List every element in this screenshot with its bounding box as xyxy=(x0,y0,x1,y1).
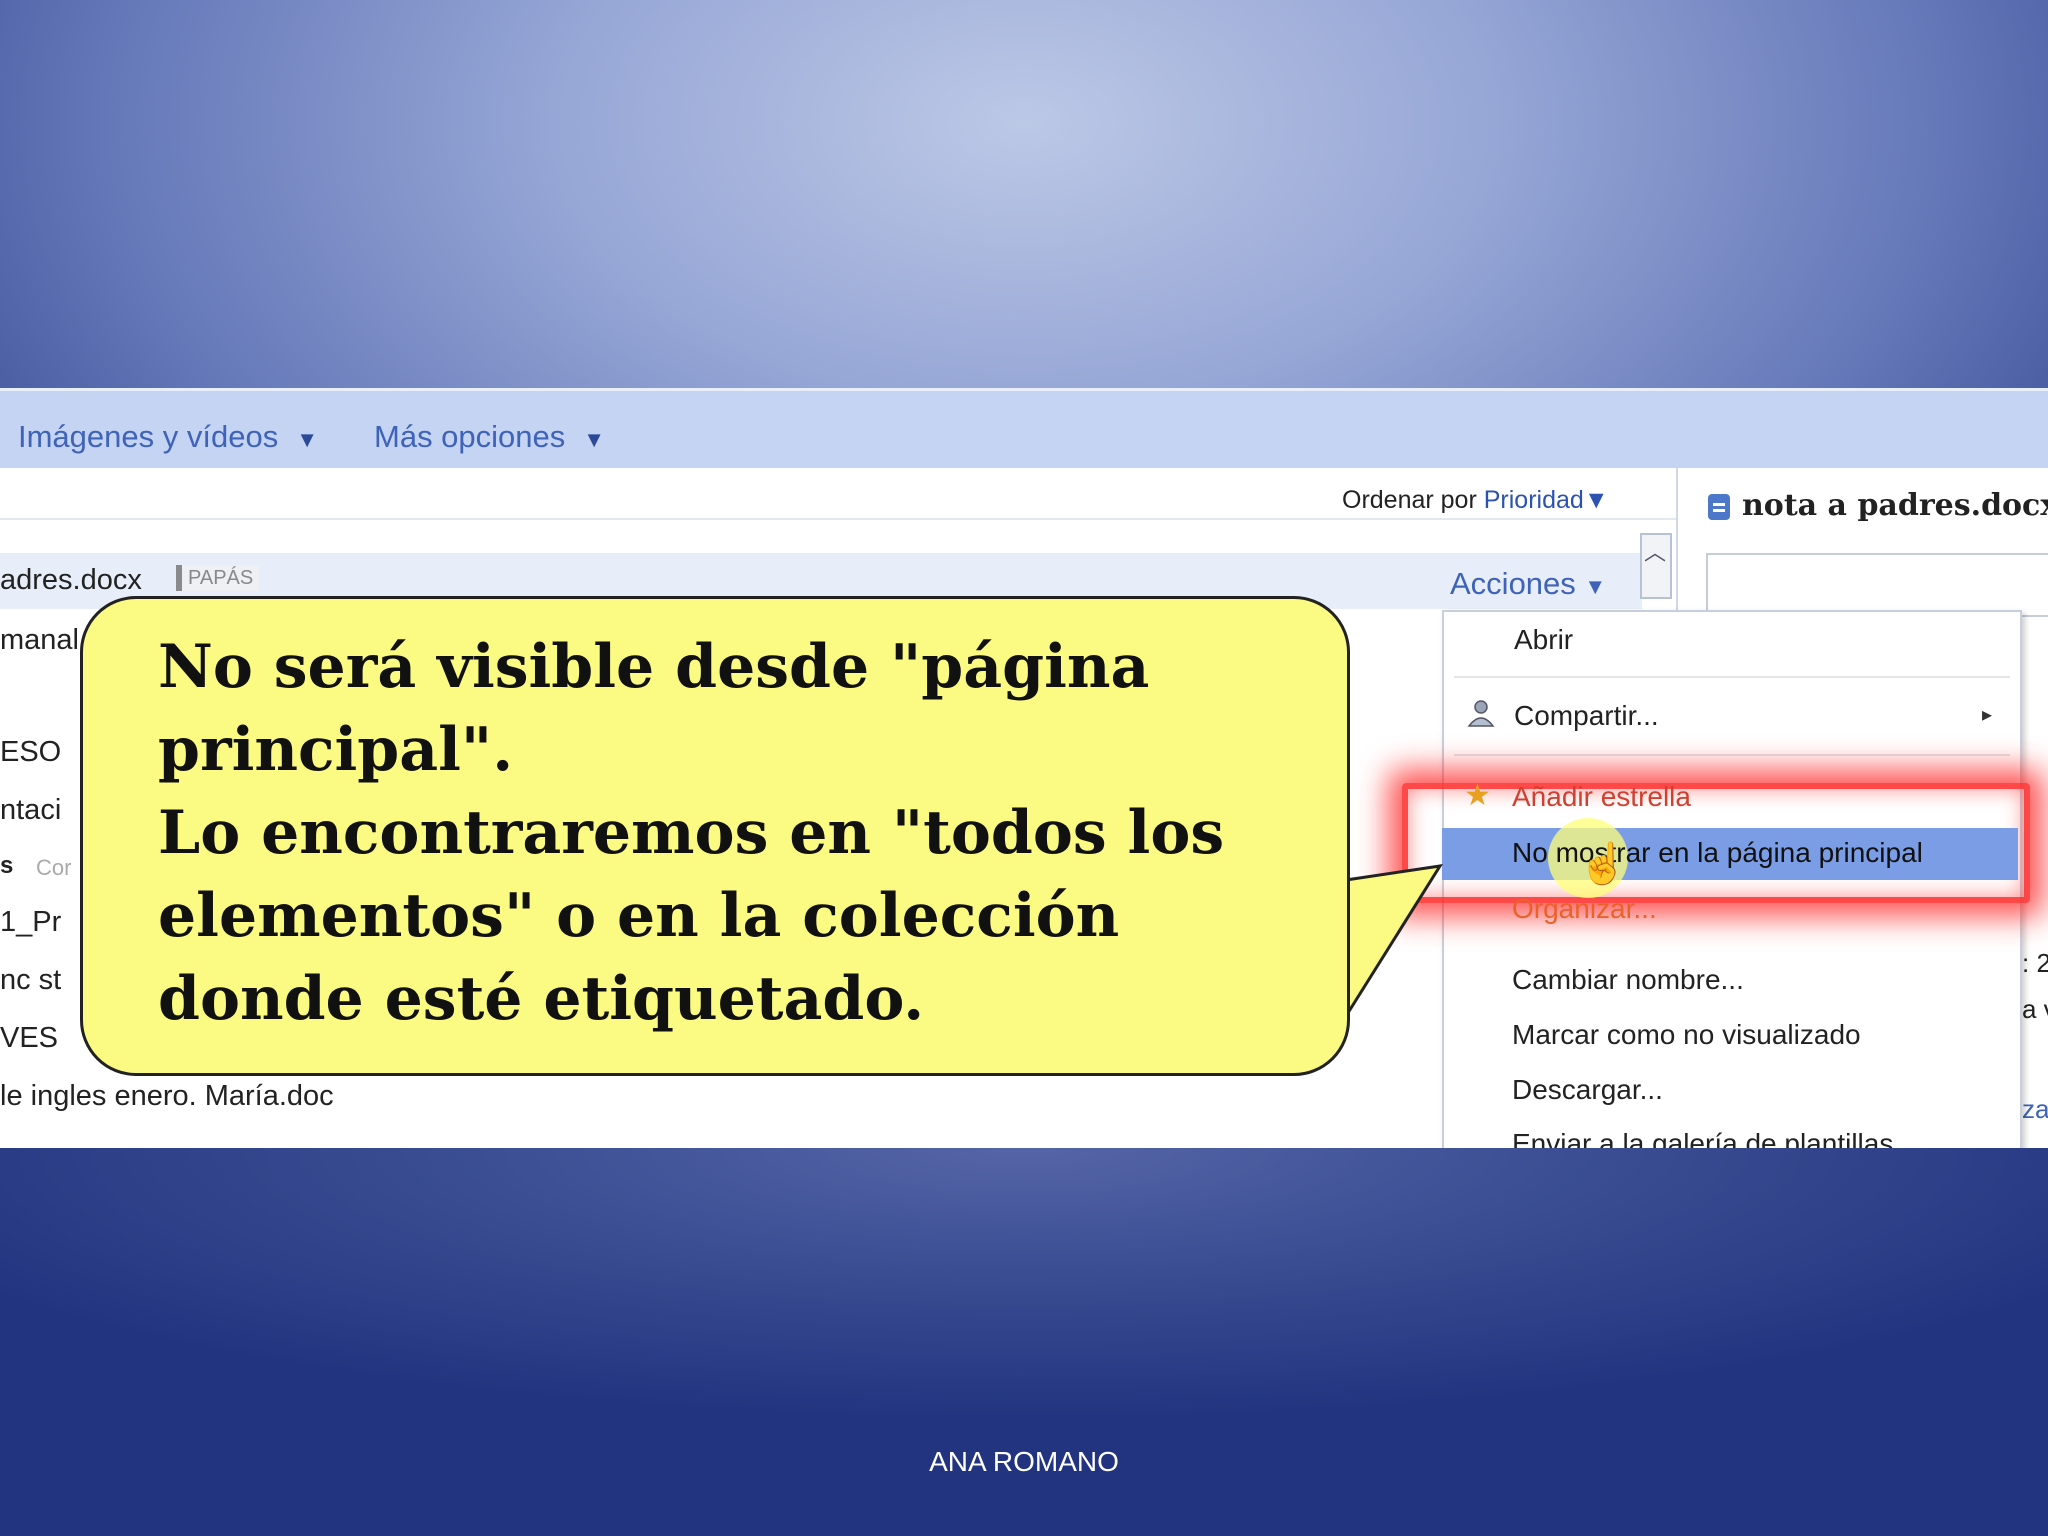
preview-title: nota a padres.docx xyxy=(1742,488,2048,523)
list-item[interactable]: manal xyxy=(0,624,79,657)
menu-item-organize[interactable]: Organizar... xyxy=(1512,893,1657,925)
menu-divider xyxy=(1454,754,2010,756)
selected-file-name[interactable]: adres.docx xyxy=(0,564,142,597)
actions-label: Acciones xyxy=(1450,566,1576,601)
chevron-down-icon: ▼ xyxy=(1583,486,1609,514)
sort-label: Ordenar por xyxy=(1342,486,1477,514)
more-options-menu[interactable]: Más opciones ▼ xyxy=(374,419,605,455)
menu-item-rename[interactable]: Cambiar nombre... xyxy=(1512,964,1744,996)
callout-line-1: No será visible desde "página principal"… xyxy=(158,632,1150,785)
list-item[interactable]: ESO xyxy=(0,736,61,769)
sort-value[interactable]: Prioridad xyxy=(1484,486,1584,514)
callout-line-2: Lo encontraremos en "todos los elementos… xyxy=(158,798,1225,1034)
menu-item-add-star[interactable]: Añadir estrella xyxy=(1512,781,1691,813)
menu-divider xyxy=(1454,676,2010,678)
scroll-up-icon[interactable]: ︿ xyxy=(1644,535,1666,567)
menu-item-hide-home[interactable]: No mostrar en la página principal xyxy=(1512,837,1923,869)
list-item[interactable]: VES xyxy=(0,1022,58,1055)
list-item[interactable]: le ingles enero. María.doc xyxy=(0,1080,334,1113)
images-videos-label: Imágenes y vídeos xyxy=(18,419,279,454)
list-item[interactable]: ntaci xyxy=(0,794,61,827)
actions-menu-button[interactable]: Acciones ▼ xyxy=(1450,566,1606,602)
right-edge-text: : 2 xyxy=(2022,948,2048,978)
right-edge-link[interactable]: za xyxy=(2022,1094,2048,1125)
star-icon: ★ xyxy=(1464,779,1491,812)
more-options-label: Más opciones xyxy=(374,419,566,454)
docs-toolbar: Imágenes y vídeos ▼ Más opciones ▼ xyxy=(0,388,2048,468)
sort-control[interactable]: Ordenar por Prioridad▼ xyxy=(1342,486,1609,515)
preview-box xyxy=(1706,553,2048,617)
images-videos-menu[interactable]: Imágenes y vídeos ▼ xyxy=(18,419,318,455)
submenu-arrow-icon: ▸ xyxy=(1982,704,1993,726)
chevron-down-icon: ▼ xyxy=(1584,574,1607,599)
menu-item-share[interactable]: Compartir... xyxy=(1514,700,1659,732)
slide-footer-author: ANA ROMANO xyxy=(929,1446,1119,1477)
list-item-dim: Cor xyxy=(36,855,72,880)
menu-item-mark-unviewed[interactable]: Marcar como no visualizado xyxy=(1512,1019,1861,1051)
chevron-down-icon: ▼ xyxy=(296,427,318,452)
label-tag: PAPÁS xyxy=(176,565,260,591)
hand-cursor-icon: ☝ xyxy=(1578,842,1628,886)
menu-item-send-gallery[interactable]: Enviar a la galería de plantillas... xyxy=(1512,1128,1917,1148)
chevron-down-icon: ▼ xyxy=(583,427,606,452)
screenshot-panel: Imágenes y vídeos ▼ Más opciones ▼ Ordenar… xyxy=(0,388,2048,1148)
document-icon xyxy=(1708,494,1730,520)
right-edge-text: a v xyxy=(2022,994,2048,1024)
callout-text: No será visible desde "página principal"… xyxy=(158,626,1338,1041)
menu-item-open[interactable]: Abrir xyxy=(1514,624,1573,656)
share-icon xyxy=(1466,698,1496,728)
list-item[interactable]: s xyxy=(0,852,13,880)
menu-item-download[interactable]: Descargar... xyxy=(1512,1074,1663,1106)
list-item[interactable]: 1_Pr xyxy=(0,906,61,939)
list-item[interactable]: nc st xyxy=(0,964,61,997)
